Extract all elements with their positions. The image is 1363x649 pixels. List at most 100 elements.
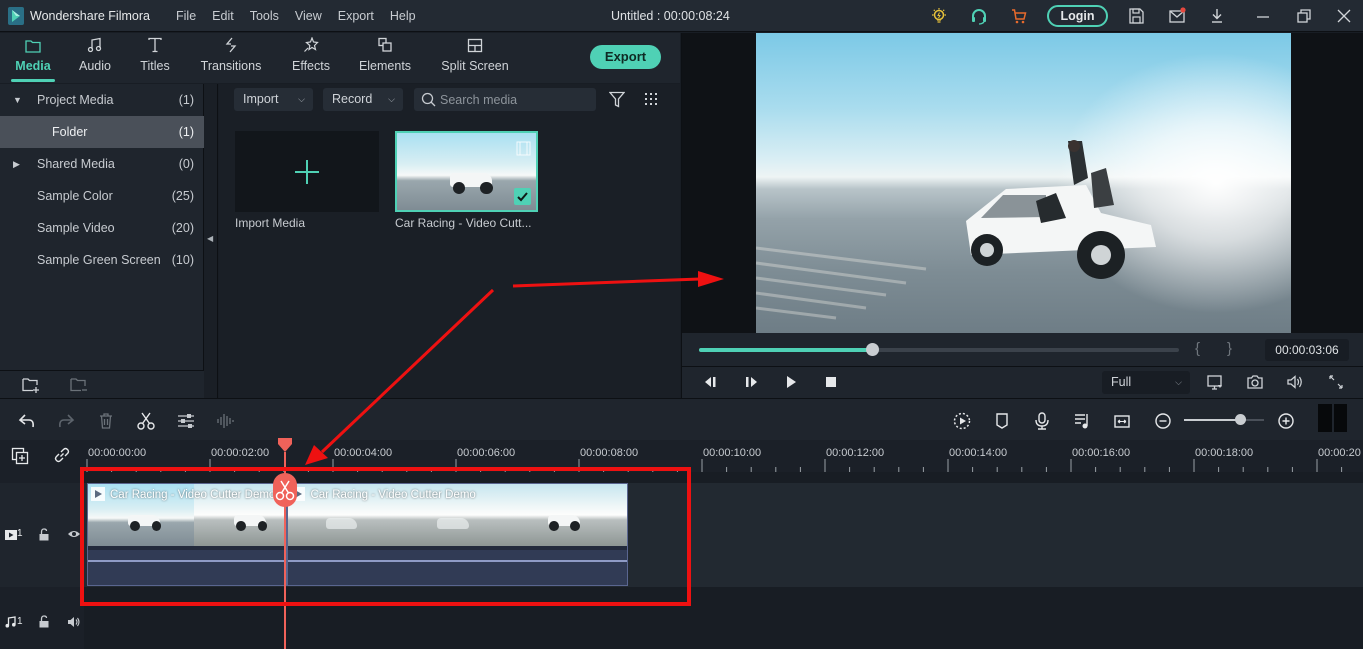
link-icon[interactable] <box>53 446 71 464</box>
download-icon[interactable] <box>1208 7 1226 25</box>
minimize-icon[interactable] <box>1254 7 1272 25</box>
menu-export[interactable]: Export <box>338 9 374 23</box>
tree-item-count: (1) <box>178 125 194 139</box>
menu-help[interactable]: Help <box>390 9 416 23</box>
search-input[interactable] <box>440 91 590 108</box>
close-icon[interactable] <box>1335 7 1353 25</box>
undo-icon[interactable] <box>17 411 37 431</box>
volume-icon[interactable] <box>1286 373 1304 391</box>
tree-footer <box>0 370 204 398</box>
adjust-icon[interactable] <box>176 411 196 431</box>
split-scissors-button[interactable] <box>273 473 297 507</box>
fullscreen-icon[interactable] <box>1327 373 1345 391</box>
lock-icon[interactable] <box>38 615 50 628</box>
timeline-clip[interactable]: Car Racing - Video Cutter Demo <box>87 483 288 586</box>
import-dropdown[interactable]: Import ⌵ <box>234 88 313 111</box>
preview-progress-slider[interactable] <box>699 343 1179 356</box>
tree-item-sample-green-screen[interactable]: Sample Green Screen (10) <box>0 244 204 276</box>
export-button[interactable]: Export <box>590 45 661 69</box>
save-icon[interactable] <box>1127 7 1145 25</box>
tree-item-sample-color[interactable]: Sample Color (25) <box>0 180 204 212</box>
play-icon[interactable] <box>782 373 800 391</box>
restore-icon[interactable] <box>1295 7 1313 25</box>
title-bar: Wondershare Filmora File Edit Tools View… <box>0 0 1363 32</box>
menu-edit[interactable]: Edit <box>212 9 234 23</box>
audio-track-icon <box>5 616 16 628</box>
collapse-panel-handle[interactable]: ◀ <box>204 84 218 398</box>
tree-item-label: Sample Color <box>37 189 113 203</box>
fit-timeline-icon[interactable] <box>1112 411 1132 431</box>
audio-mixer-icon[interactable] <box>1072 411 1092 431</box>
tree-item-folder[interactable]: Folder (1) <box>0 116 204 148</box>
preview-quality-dropdown[interactable]: Full ⌵ <box>1102 371 1190 394</box>
speaker-icon[interactable] <box>67 616 81 628</box>
menu-file[interactable]: File <box>176 9 196 23</box>
timeline-zoom-slider[interactable] <box>1184 414 1264 425</box>
login-button[interactable]: Login <box>1047 5 1108 27</box>
plus-icon <box>295 160 319 184</box>
mic-icon[interactable] <box>1032 411 1052 431</box>
layout-toggle-button[interactable] <box>1318 404 1347 432</box>
render-preview-icon[interactable] <box>952 411 972 431</box>
progress-knob[interactable] <box>865 343 879 356</box>
audio-track[interactable] <box>84 598 1363 649</box>
tab-titles[interactable]: Titles <box>130 33 180 83</box>
stop-icon[interactable] <box>822 373 840 391</box>
mark-out-button[interactable]: } <box>1227 340 1232 357</box>
eye-icon[interactable] <box>67 529 81 539</box>
caret-down-icon[interactable]: ▼ <box>13 84 22 116</box>
previous-frame-icon[interactable] <box>702 373 720 391</box>
add-track-icon[interactable] <box>11 447 29 465</box>
snapshot-icon[interactable] <box>1246 373 1264 391</box>
marker-icon[interactable] <box>992 411 1012 431</box>
display-settings-icon[interactable] <box>1206 373 1224 391</box>
import-media-tile[interactable] <box>235 131 379 212</box>
tab-transitions[interactable]: Transitions <box>194 33 268 83</box>
scissors-icon[interactable] <box>136 411 156 431</box>
menu-view[interactable]: View <box>295 9 322 23</box>
playhead-handle[interactable] <box>277 438 293 454</box>
zoom-in-icon[interactable] <box>1276 411 1296 431</box>
audio-wave-icon[interactable] <box>216 411 236 431</box>
preview-panel <box>681 33 1363 333</box>
video-type-icon <box>516 141 531 156</box>
chevron-down-icon: ⌵ <box>388 94 395 104</box>
menu-tools[interactable]: Tools <box>250 9 279 23</box>
media-clip-tile[interactable] <box>395 131 538 212</box>
record-dropdown[interactable]: Record ⌵ <box>323 88 403 111</box>
remove-folder-icon[interactable] <box>70 377 88 393</box>
caret-right-icon[interactable]: ▶ <box>13 148 20 180</box>
collapse-left-icon[interactable]: ◀ <box>207 234 213 243</box>
headset-icon[interactable] <box>970 7 988 25</box>
mail-icon[interactable] <box>1168 7 1186 25</box>
tab-elements[interactable]: Elements <box>352 33 418 83</box>
folder-icon <box>25 40 41 53</box>
mark-in-button[interactable]: { <box>1195 340 1200 357</box>
tree-item-sample-video[interactable]: Sample Video (20) <box>0 212 204 244</box>
delete-icon[interactable] <box>96 411 116 431</box>
tab-audio[interactable]: Audio <box>70 33 120 83</box>
quality-label: Full <box>1111 375 1132 389</box>
timeline-ruler[interactable]: 00:00:00:00 00:00:02:00 00:00:04:00 00:0… <box>84 440 1363 472</box>
grid-view-icon[interactable] <box>644 92 658 106</box>
zoom-knob[interactable] <box>1235 414 1246 425</box>
media-panel: Import ⌵ Record ⌵ Import Media Car Racin… <box>219 84 680 398</box>
new-folder-icon[interactable] <box>22 377 40 393</box>
tab-effects[interactable]: Effects <box>282 33 340 83</box>
tab-split-screen[interactable]: Split Screen <box>436 33 514 83</box>
selected-checkbox[interactable] <box>514 188 531 205</box>
preview-video-frame[interactable] <box>756 33 1291 333</box>
lock-icon[interactable] <box>38 528 50 541</box>
tree-item-shared-media[interactable]: ▶ Shared Media (0) <box>0 148 204 180</box>
ruler-label: 00:00:20 <box>1318 447 1361 459</box>
next-frame-icon[interactable] <box>742 373 760 391</box>
tab-media[interactable]: Media <box>4 33 62 83</box>
ruler-label: 00:00:06:00 <box>457 447 516 459</box>
tree-item-project-media[interactable]: ▼ Project Media (1) <box>0 84 204 116</box>
filter-icon[interactable] <box>609 91 625 108</box>
zoom-out-icon[interactable] <box>1153 411 1173 431</box>
redo-icon[interactable] <box>56 411 76 431</box>
bulb-icon[interactable] <box>930 7 948 25</box>
cart-icon[interactable] <box>1010 7 1028 25</box>
timeline-clip[interactable]: Car Racing - Video Cutter Demo <box>287 483 629 586</box>
